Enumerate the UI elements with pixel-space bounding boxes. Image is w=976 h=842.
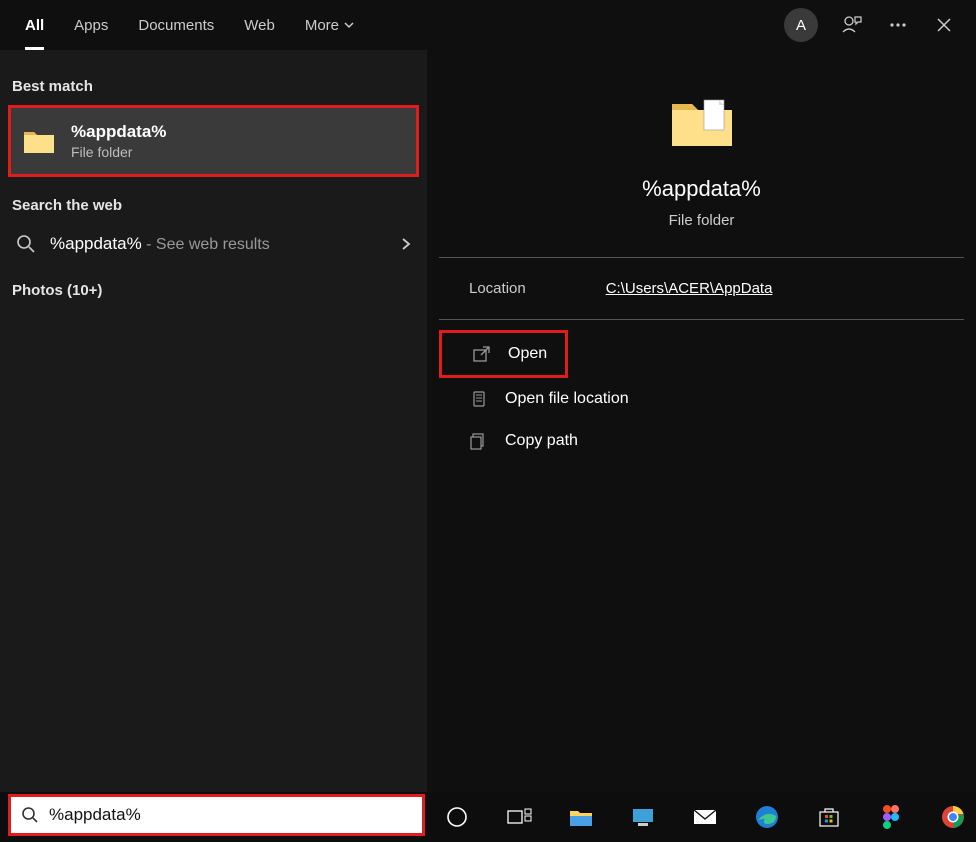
- action-open-file-location-label: Open file location: [505, 390, 629, 408]
- user-avatar[interactable]: A: [784, 8, 818, 42]
- mail-icon[interactable]: [689, 801, 721, 833]
- location-label: Location: [469, 280, 526, 297]
- taskbar-search-box[interactable]: [8, 794, 425, 836]
- tab-web[interactable]: Web: [229, 0, 290, 50]
- action-open-label: Open: [508, 345, 547, 363]
- search-results-main: Best match %appdata% File folder Search …: [0, 50, 976, 792]
- action-list: Open Open file location Copy path: [439, 320, 964, 462]
- copy-icon: [467, 430, 489, 452]
- tab-all[interactable]: All: [10, 0, 59, 50]
- microsoft-store-icon[interactable]: [813, 801, 845, 833]
- edge-browser-icon[interactable]: [751, 801, 783, 833]
- taskbar: [0, 792, 976, 842]
- chevron-right-icon: [399, 237, 413, 251]
- close-icon[interactable]: [932, 13, 956, 37]
- titlebar-actions: A: [784, 8, 976, 42]
- action-copy-path[interactable]: Copy path: [439, 420, 964, 462]
- detail-title: %appdata%: [642, 176, 761, 202]
- action-open[interactable]: Open: [439, 330, 568, 378]
- detail-header: %appdata% File folder: [439, 70, 964, 257]
- figma-icon[interactable]: [875, 801, 907, 833]
- best-match-text: %appdata% File folder: [71, 122, 166, 160]
- cortana-icon[interactable]: [441, 801, 473, 833]
- search-filter-tabs: All Apps Documents Web More A: [0, 0, 976, 50]
- best-match-title: %appdata%: [71, 122, 166, 142]
- chevron-down-icon: [343, 19, 355, 31]
- action-copy-path-label: Copy path: [505, 432, 578, 450]
- app-icon-monitor[interactable]: [627, 801, 659, 833]
- folder-icon: [21, 123, 57, 159]
- task-view-icon[interactable]: [503, 801, 535, 833]
- tab-apps[interactable]: Apps: [59, 0, 123, 50]
- search-icon: [16, 234, 36, 254]
- feedback-icon[interactable]: [840, 13, 864, 37]
- search-web-section-label: Search the web: [0, 189, 427, 224]
- web-result-sub: - See web results: [142, 236, 270, 253]
- chrome-icon[interactable]: [937, 801, 969, 833]
- location-row: Location C:\Users\ACER\AppData: [439, 258, 964, 319]
- location-path-link[interactable]: C:\Users\ACER\AppData: [606, 280, 773, 297]
- detail-panel: %appdata% File folder Location C:\Users\…: [427, 50, 976, 792]
- tab-more-label: More: [305, 17, 339, 34]
- best-match-result[interactable]: %appdata% File folder: [8, 105, 419, 177]
- detail-subtitle: File folder: [669, 212, 735, 229]
- more-options-icon[interactable]: [886, 13, 910, 37]
- best-match-section-label: Best match: [0, 70, 427, 105]
- web-result-title: %appdata%: [50, 234, 142, 253]
- taskbar-icons: [425, 792, 976, 842]
- folder-open-icon: [467, 388, 489, 410]
- open-icon: [470, 343, 492, 365]
- search-icon: [21, 806, 39, 824]
- tab-more[interactable]: More: [290, 0, 370, 50]
- best-match-sub: File folder: [71, 144, 166, 160]
- folder-icon-large: [666, 86, 738, 158]
- file-explorer-icon[interactable]: [565, 801, 597, 833]
- search-input[interactable]: [49, 805, 422, 825]
- web-search-result[interactable]: %appdata% - See web results: [0, 224, 427, 264]
- results-list-panel: Best match %appdata% File folder Search …: [0, 50, 427, 792]
- tab-documents[interactable]: Documents: [123, 0, 229, 50]
- action-open-file-location[interactable]: Open file location: [439, 378, 964, 420]
- photos-section-label[interactable]: Photos (10+): [0, 264, 427, 299]
